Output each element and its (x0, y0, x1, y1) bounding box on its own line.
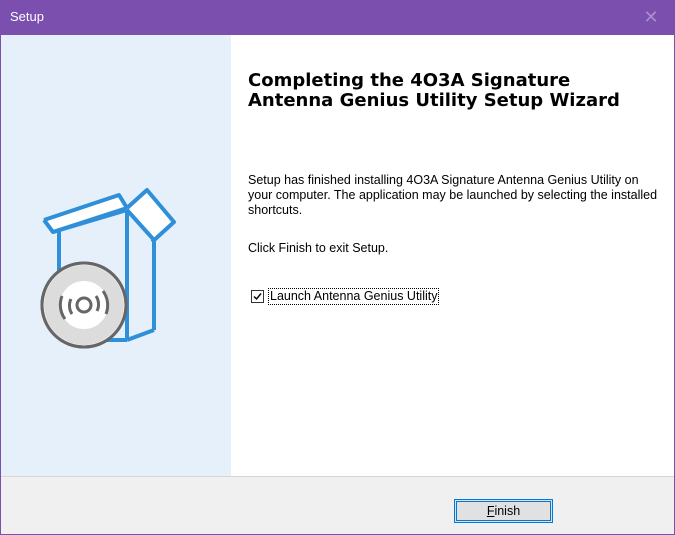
wizard-content: Completing the 4O3A Signature Antenna Ge… (231, 35, 674, 476)
wizard-description: Setup has finished installing 4O3A Signa… (248, 173, 658, 217)
setup-window: Setup ✕ Completing the 4O3A Signature An… (0, 0, 675, 535)
wizard-side-panel (1, 35, 231, 476)
title-bar[interactable]: Setup ✕ (1, 1, 674, 35)
wizard-heading: Completing the 4O3A Signature Antenna Ge… (248, 70, 620, 111)
launch-checkbox-label[interactable]: Launch Antenna Genius Utility (268, 287, 440, 305)
launch-option-row[interactable]: Launch Antenna Genius Utility (251, 286, 440, 306)
finish-button[interactable]: Finish (454, 499, 553, 523)
close-button[interactable]: ✕ (628, 1, 674, 35)
finish-accelerator: F (486, 504, 495, 518)
installer-box-disc-icon (40, 188, 176, 352)
exit-instruction: Click Finish to exit Setup. (248, 241, 389, 255)
checkmark-icon (253, 292, 262, 300)
wizard-footer: Finish (1, 476, 674, 534)
finish-label: inish (494, 504, 521, 518)
window-title: Setup (10, 9, 44, 24)
launch-checkbox[interactable] (251, 289, 264, 303)
